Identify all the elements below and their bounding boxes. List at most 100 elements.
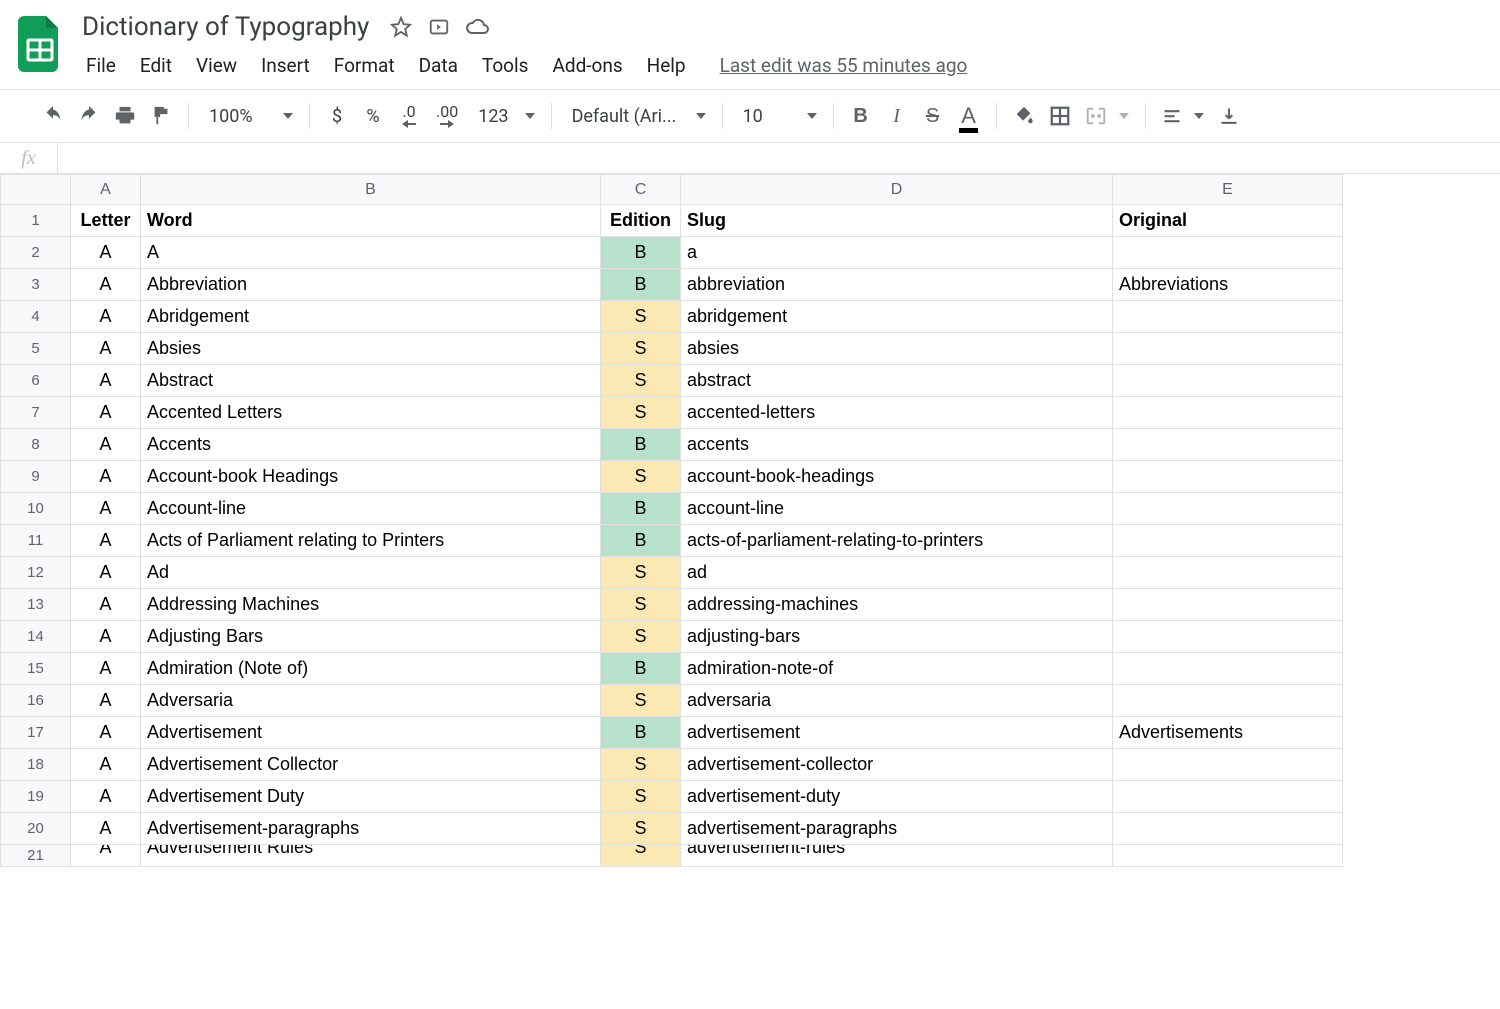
- row-header[interactable]: 1: [1, 205, 71, 237]
- cell[interactable]: accents: [681, 429, 1113, 461]
- cell[interactable]: [1113, 557, 1343, 589]
- cell[interactable]: S: [601, 333, 681, 365]
- cell[interactable]: Admiration (Note of): [141, 653, 601, 685]
- cell[interactable]: [1113, 429, 1343, 461]
- menu-help[interactable]: Help: [637, 48, 696, 83]
- cell[interactable]: Advertisement Duty: [141, 781, 601, 813]
- cell[interactable]: Account-book Headings: [141, 461, 601, 493]
- print-button[interactable]: [108, 99, 142, 133]
- cell[interactable]: S: [601, 589, 681, 621]
- row-header[interactable]: 10: [1, 493, 71, 525]
- cell[interactable]: B: [601, 269, 681, 301]
- cell[interactable]: a: [681, 237, 1113, 269]
- cell[interactable]: Letter: [71, 205, 141, 237]
- cell[interactable]: advertisement-rules: [681, 845, 1113, 867]
- cell[interactable]: Advertisement Rules: [141, 845, 601, 867]
- cell[interactable]: A: [71, 557, 141, 589]
- move-icon[interactable]: [427, 15, 451, 39]
- column-header-B[interactable]: B: [141, 175, 601, 205]
- cell[interactable]: Adversaria: [141, 685, 601, 717]
- cell[interactable]: A: [71, 589, 141, 621]
- row-header[interactable]: 16: [1, 685, 71, 717]
- cloud-status-icon[interactable]: [465, 15, 489, 39]
- menu-edit[interactable]: Edit: [130, 48, 182, 83]
- bold-button[interactable]: B: [844, 99, 878, 133]
- cell[interactable]: A: [71, 237, 141, 269]
- cell[interactable]: [1113, 525, 1343, 557]
- cell[interactable]: S: [601, 301, 681, 333]
- menu-tools[interactable]: Tools: [472, 48, 539, 83]
- cell[interactable]: A: [71, 301, 141, 333]
- cell[interactable]: [1113, 621, 1343, 653]
- formula-input[interactable]: [58, 143, 1500, 173]
- cell[interactable]: Edition: [601, 205, 681, 237]
- cell[interactable]: A: [71, 621, 141, 653]
- italic-button[interactable]: I: [880, 99, 914, 133]
- undo-button[interactable]: [36, 99, 70, 133]
- select-all-corner[interactable]: [1, 175, 71, 205]
- star-icon[interactable]: [389, 15, 413, 39]
- cell[interactable]: abridgement: [681, 301, 1113, 333]
- row-header[interactable]: 9: [1, 461, 71, 493]
- horizontal-align-button[interactable]: [1156, 106, 1210, 126]
- cell[interactable]: Abbreviations: [1113, 269, 1343, 301]
- cell[interactable]: Ad: [141, 557, 601, 589]
- cell[interactable]: Accented Letters: [141, 397, 601, 429]
- cell[interactable]: accented-letters: [681, 397, 1113, 429]
- column-header-A[interactable]: A: [71, 175, 141, 205]
- format-currency-button[interactable]: $: [320, 99, 354, 133]
- cell[interactable]: Adjusting Bars: [141, 621, 601, 653]
- vertical-align-button[interactable]: [1212, 99, 1246, 133]
- row-header[interactable]: 5: [1, 333, 71, 365]
- row-header[interactable]: 6: [1, 365, 71, 397]
- spreadsheet-grid[interactable]: A B C D E 1 Letter Word Edition Slug Ori…: [0, 174, 1500, 953]
- menu-format[interactable]: Format: [324, 48, 405, 83]
- increase-decimal-button[interactable]: .00: [428, 99, 466, 133]
- row-header[interactable]: 12: [1, 557, 71, 589]
- cell[interactable]: S: [601, 461, 681, 493]
- cell[interactable]: Advertisement-paragraphs: [141, 813, 601, 845]
- cell[interactable]: A: [71, 269, 141, 301]
- document-title[interactable]: Dictionary of Typography: [76, 10, 375, 44]
- cell[interactable]: A: [71, 429, 141, 461]
- sheets-logo[interactable]: [16, 12, 64, 76]
- cell[interactable]: S: [601, 397, 681, 429]
- cell[interactable]: A: [71, 653, 141, 685]
- cell[interactable]: A: [71, 493, 141, 525]
- cell[interactable]: adversaria: [681, 685, 1113, 717]
- redo-button[interactable]: [72, 99, 106, 133]
- cell[interactable]: account-book-headings: [681, 461, 1113, 493]
- cell[interactable]: A: [71, 717, 141, 749]
- cell[interactable]: advertisement-duty: [681, 781, 1113, 813]
- cell[interactable]: [1113, 237, 1343, 269]
- cell[interactable]: A: [71, 781, 141, 813]
- more-formats-select[interactable]: 123: [468, 106, 540, 127]
- cell[interactable]: [1113, 685, 1343, 717]
- cell[interactable]: Advertisements: [1113, 717, 1343, 749]
- row-header[interactable]: 13: [1, 589, 71, 621]
- cell[interactable]: adjusting-bars: [681, 621, 1113, 653]
- cell[interactable]: A: [71, 397, 141, 429]
- cell[interactable]: admiration-note-of: [681, 653, 1113, 685]
- strikethrough-button[interactable]: S: [916, 99, 950, 133]
- cell[interactable]: [1113, 493, 1343, 525]
- cell[interactable]: ad: [681, 557, 1113, 589]
- format-percent-button[interactable]: %: [356, 99, 390, 133]
- cell[interactable]: S: [601, 749, 681, 781]
- column-header-E[interactable]: E: [1113, 175, 1343, 205]
- cell[interactable]: addressing-machines: [681, 589, 1113, 621]
- cell[interactable]: abstract: [681, 365, 1113, 397]
- row-header[interactable]: 4: [1, 301, 71, 333]
- decrease-decimal-button[interactable]: .0: [392, 99, 426, 133]
- cell[interactable]: acts-of-parliament-relating-to-printers: [681, 525, 1113, 557]
- cell[interactable]: [1113, 301, 1343, 333]
- font-size-select[interactable]: 10: [733, 106, 823, 127]
- cell[interactable]: [1113, 589, 1343, 621]
- menu-addons[interactable]: Add-ons: [542, 48, 632, 83]
- row-header[interactable]: 11: [1, 525, 71, 557]
- row-header[interactable]: 15: [1, 653, 71, 685]
- menu-insert[interactable]: Insert: [251, 48, 320, 83]
- menu-file[interactable]: File: [76, 48, 126, 83]
- cell[interactable]: B: [601, 717, 681, 749]
- text-color-button[interactable]: A: [952, 99, 986, 133]
